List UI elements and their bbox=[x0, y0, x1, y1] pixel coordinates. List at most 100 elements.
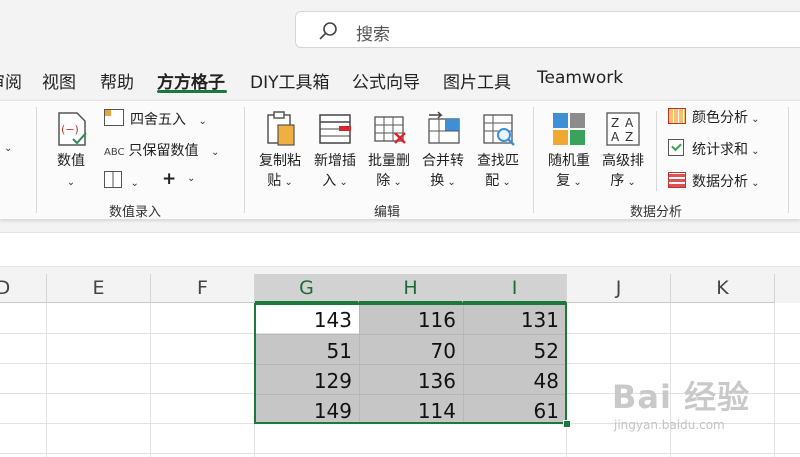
numeric-entry-icon: (−) bbox=[51, 109, 91, 147]
title-bar: 搜索 bbox=[0, 0, 800, 60]
sort-az-icon: Z A A Z bbox=[603, 109, 643, 147]
edit-cell-button[interactable]: ⌄ bbox=[104, 171, 139, 190]
color-analysis-button[interactable]: 颜色分析 ⌄ bbox=[668, 107, 760, 127]
chevron-down-icon[interactable]: ⌄ bbox=[4, 143, 12, 154]
chevron-down-icon: ⌄ bbox=[210, 147, 220, 158]
advanced-sort-label-2: 序 bbox=[610, 173, 625, 189]
advanced-sort-button[interactable]: Z A A Z 高级排 序 ⌄ bbox=[597, 109, 649, 193]
find-match-label-2: 配 bbox=[485, 173, 500, 189]
chevron-down-icon: ⌄ bbox=[130, 178, 139, 189]
gridline bbox=[0, 453, 800, 454]
watermark-brand: Bai 经验 bbox=[612, 378, 751, 416]
random-blocks-icon bbox=[549, 109, 589, 147]
tab-help[interactable]: 帮助 bbox=[100, 68, 134, 93]
formula-bar[interactable] bbox=[0, 232, 800, 267]
numeric-label: 数值 bbox=[57, 153, 85, 169]
chevron-down-icon: ⌄ bbox=[624, 177, 636, 188]
column-letter: I bbox=[511, 277, 518, 299]
merge-convert-button[interactable]: 合并转 换 ⌄ bbox=[417, 109, 469, 193]
tab-diy-toolbox[interactable]: DIY工具箱 bbox=[250, 68, 330, 93]
column-header-g[interactable]: G bbox=[255, 274, 359, 303]
tab-teamwork[interactable]: Teamwork bbox=[537, 68, 623, 88]
column-header-e[interactable]: E bbox=[47, 274, 151, 303]
round-icon bbox=[104, 109, 124, 126]
column-header-j[interactable]: J bbox=[567, 274, 671, 303]
chevron-down-icon: ⌄ bbox=[336, 177, 348, 188]
group-label-analysis: 数据分析 bbox=[630, 205, 683, 220]
random-repeat-button[interactable]: 随机重 复 ⌄ bbox=[543, 109, 595, 193]
search-icon bbox=[319, 22, 337, 40]
round-button[interactable]: 四舍五入 ⌄ bbox=[104, 109, 207, 129]
merge-convert-label-1: 合并转 bbox=[422, 153, 464, 169]
column-letter: E bbox=[92, 277, 105, 299]
add-insert-button[interactable]: 新增插 入 ⌄ bbox=[309, 109, 361, 193]
find-match-button[interactable]: 查找匹 配 ⌄ bbox=[472, 109, 524, 193]
gridline bbox=[46, 303, 47, 457]
tab-image-tools[interactable]: 图片工具 bbox=[443, 68, 511, 93]
ribbon: ⌄ (−) 数值 ⌄ 四舍五入 ⌄ ABC只保留数值 ⌄ ⌄ + ⌄ 数值录入 bbox=[0, 100, 800, 220]
copy-paste-button[interactable]: 复制粘 贴 ⌄ bbox=[254, 109, 306, 193]
group-label-edit: 编辑 bbox=[374, 205, 401, 220]
abc-icon: ABC bbox=[104, 147, 125, 158]
advanced-sort-label-1: 高级排 bbox=[602, 153, 644, 169]
tab-review[interactable]: 审阅 bbox=[0, 68, 22, 93]
color-analysis-label: 颜色分析 bbox=[692, 110, 748, 126]
batch-delete-label-1: 批量删 bbox=[368, 153, 410, 169]
checklist-icon bbox=[668, 139, 684, 156]
svg-text:Z: Z bbox=[625, 130, 633, 144]
group-divider bbox=[244, 107, 245, 213]
svg-text:A: A bbox=[625, 116, 634, 130]
keep-numeric-button[interactable]: ABC 只保留数值 ⌄ bbox=[104, 140, 219, 160]
color-grid-icon bbox=[668, 108, 686, 124]
svg-text:A: A bbox=[611, 130, 620, 144]
delete-grid-icon bbox=[369, 109, 409, 147]
data-analysis-button[interactable]: 数据分析 ⌄ bbox=[668, 171, 760, 191]
copy-paste-label-2: 贴 bbox=[267, 173, 282, 189]
random-repeat-label-2: 复 bbox=[556, 173, 571, 189]
column-letter: F bbox=[197, 277, 208, 299]
baidu-watermark: Bai 经验 jingyan.baidu.com bbox=[612, 372, 800, 432]
merge-grid-icon bbox=[423, 109, 463, 147]
group-divider bbox=[656, 111, 657, 191]
add-insert-label-1: 新增插 bbox=[314, 153, 356, 169]
batch-delete-label-2: 除 bbox=[376, 173, 391, 189]
plus-button[interactable]: + bbox=[162, 169, 176, 189]
merge-convert-label-2: 换 bbox=[430, 173, 445, 189]
ribbon-tabs: 审阅 视图 帮助 方方格子 DIY工具箱 公式向导 图片工具 Teamwork bbox=[0, 60, 800, 98]
clipboard-icon bbox=[260, 109, 300, 147]
search-placeholder: 搜索 bbox=[356, 25, 390, 45]
svg-text:Z: Z bbox=[611, 116, 619, 130]
numeric-button[interactable]: (−) 数值 ⌄ bbox=[45, 109, 97, 193]
tab-view[interactable]: 视图 bbox=[42, 68, 76, 93]
column-header-i[interactable]: I bbox=[463, 274, 567, 303]
chevron-down-icon: ⌄ bbox=[198, 116, 207, 127]
find-match-label-1: 查找匹 bbox=[477, 153, 519, 169]
column-letter: H bbox=[403, 277, 418, 299]
chevron-down-icon: ⌄ bbox=[570, 177, 582, 188]
chevron-down-icon[interactable]: ⌄ bbox=[187, 173, 195, 184]
stat-sum-label: 统计求和 bbox=[692, 142, 748, 158]
pencil-grid-icon bbox=[104, 171, 122, 188]
column-letter: D bbox=[0, 277, 11, 299]
chevron-down-icon: ⌄ bbox=[499, 177, 511, 188]
tab-formula-wizard[interactable]: 公式向导 bbox=[352, 68, 420, 93]
chevron-down-icon: ⌄ bbox=[281, 177, 293, 188]
fill-handle[interactable] bbox=[563, 420, 571, 428]
stat-sum-button[interactable]: 统计求和 ⌄ bbox=[668, 139, 760, 159]
chevron-down-icon: ⌄ bbox=[390, 177, 402, 188]
search-box[interactable]: 搜索 bbox=[295, 11, 800, 48]
chevron-down-icon: ⌄ bbox=[748, 178, 760, 189]
column-header-h[interactable]: H bbox=[359, 274, 463, 303]
watermark-url: jingyan.baidu.com bbox=[614, 418, 725, 432]
batch-delete-button[interactable]: 批量删 除 ⌄ bbox=[363, 109, 415, 193]
random-repeat-label-1: 随机重 bbox=[548, 153, 590, 169]
column-header-k[interactable]: K bbox=[671, 274, 775, 303]
selection-range bbox=[254, 303, 567, 424]
svg-text:(−): (−) bbox=[61, 123, 79, 136]
column-letter: G bbox=[299, 277, 314, 299]
add-insert-label-2: 入 bbox=[322, 173, 337, 189]
keep-numeric-label: 只保留数值 bbox=[128, 143, 199, 159]
active-tab-indicator bbox=[157, 90, 227, 93]
column-header-d[interactable]: D bbox=[0, 274, 47, 303]
column-header-f[interactable]: F bbox=[151, 274, 255, 303]
